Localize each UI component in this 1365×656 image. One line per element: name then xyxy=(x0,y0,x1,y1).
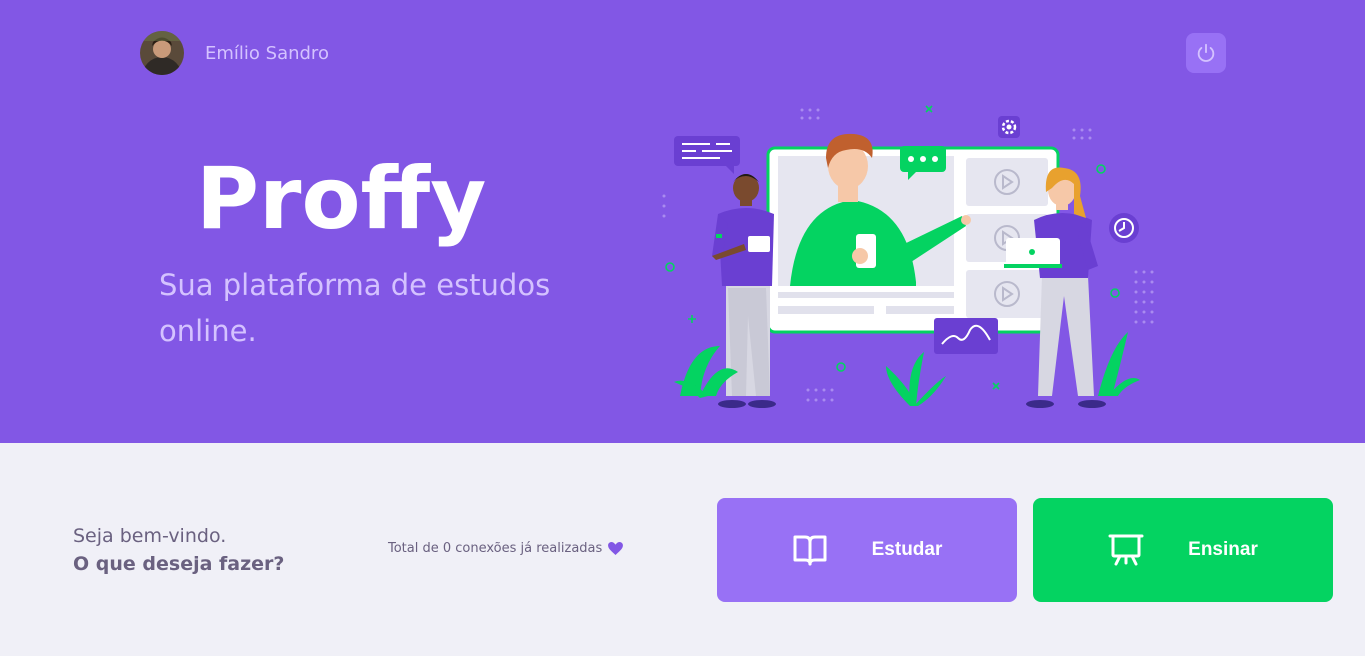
study-button-label: Estudar xyxy=(871,539,943,560)
user-name: Emílio Sandro xyxy=(205,42,329,64)
welcome-question: O que deseja fazer? xyxy=(73,553,285,575)
book-icon xyxy=(792,533,828,567)
welcome-greeting: Seja bem-vindo. xyxy=(73,525,227,547)
presentation-icon xyxy=(1108,533,1144,567)
proffy-logo: Proffy xyxy=(196,149,516,250)
user-profile[interactable]: Emílio Sandro xyxy=(140,31,329,75)
hero-section: Emílio Sandro Proffy Sua plataforma de e… xyxy=(0,0,1365,443)
logout-button[interactable] xyxy=(1186,33,1226,73)
teach-button-label: Ensinar xyxy=(1188,539,1258,560)
study-button[interactable]: Estudar xyxy=(717,498,1017,602)
svg-text:Proffy: Proffy xyxy=(196,150,486,249)
teach-button[interactable]: Ensinar xyxy=(1033,498,1333,602)
heart-icon xyxy=(608,542,624,555)
tagline: Sua plataforma de estudos online. xyxy=(159,268,551,348)
total-connections-label: Total de 0 conexões já realizadas xyxy=(388,541,603,556)
power-icon xyxy=(1195,42,1217,64)
avatar[interactable] xyxy=(140,31,184,75)
total-connections: Total de 0 conexões já realizadas xyxy=(388,541,624,556)
hero-illustration xyxy=(646,96,1160,416)
welcome-text: Seja bem-vindo. O que deseja fazer? xyxy=(73,522,284,578)
